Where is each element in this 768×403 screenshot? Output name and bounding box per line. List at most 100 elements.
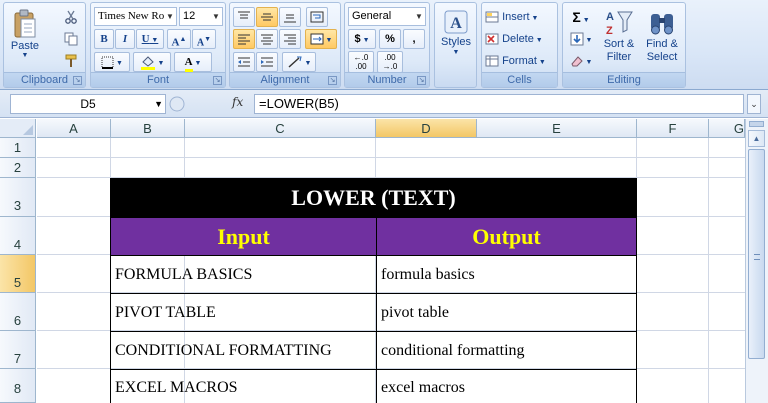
font-color-dropdown-icon[interactable]: ▼	[193, 60, 201, 67]
shrink-font-button[interactable]: A▼	[192, 29, 216, 49]
styles-dropdown-icon[interactable]: ▼	[438, 49, 474, 57]
find-select-label: Find & Select	[646, 38, 678, 63]
font-size-dropdown-icon[interactable]: ▼	[210, 8, 222, 25]
formula-input[interactable]: =LOWER(B5)	[254, 94, 744, 114]
row-header-5[interactable]: 5	[0, 255, 36, 293]
fill-color-dropdown-icon[interactable]: ▼	[156, 60, 165, 67]
decrease-indent-button[interactable]	[233, 52, 255, 72]
clear-button[interactable]: ▼	[566, 51, 596, 71]
delete-dropdown-icon[interactable]: ▼	[534, 37, 543, 44]
format-button[interactable]: Format ▼	[484, 51, 556, 71]
wrap-text-button[interactable]	[306, 7, 328, 27]
align-center-button[interactable]	[256, 29, 278, 49]
row-header-7[interactable]: 7	[0, 331, 36, 369]
copy-button[interactable]	[60, 29, 82, 49]
align-left-button[interactable]	[233, 29, 255, 49]
fill-dropdown-icon[interactable]: ▼	[584, 37, 593, 44]
increase-decimal-button[interactable]: ←.0 .00	[348, 51, 374, 73]
row-header-2[interactable]: 2	[0, 158, 36, 178]
increase-indent-button[interactable]	[256, 52, 278, 72]
insert-button[interactable]: Insert ▼	[484, 7, 556, 27]
decrease-decimal-button[interactable]: .00 →.0	[377, 51, 403, 73]
merge-dropdown-icon[interactable]: ▼	[324, 37, 333, 44]
expand-formula-bar-icon[interactable]: ⌄	[747, 94, 761, 114]
format-dropdown-icon[interactable]: ▼	[537, 59, 546, 66]
merge-center-button[interactable]: ▼	[305, 29, 337, 49]
font-name-dropdown-icon[interactable]: ▼	[164, 8, 176, 25]
autosum-dropdown-icon[interactable]: ▼	[581, 17, 590, 24]
currency-dropdown-icon[interactable]: ▼	[361, 37, 370, 44]
column-header-c[interactable]: C	[185, 119, 376, 138]
font-name-combo[interactable]: Times New Ro ▼	[94, 7, 177, 26]
format-painter-button[interactable]	[60, 51, 82, 71]
font-size-combo[interactable]: 12 ▼	[179, 7, 223, 26]
input-cell[interactable]: EXCEL MACROS	[110, 369, 377, 403]
sort-filter-button[interactable]: A Z Sort & Filter	[599, 6, 639, 72]
paste-button[interactable]: Paste ▼	[8, 5, 42, 61]
font-launcher-icon[interactable]: ↘	[213, 76, 222, 85]
italic-button[interactable]: I	[115, 29, 135, 49]
font-color-button[interactable]: A ▼	[174, 52, 212, 72]
styles-button[interactable]: A Styles ▼	[437, 6, 475, 70]
alignment-launcher-icon[interactable]: ↘	[328, 76, 337, 85]
clipboard-launcher-icon[interactable]: ↘	[73, 76, 82, 85]
currency-button[interactable]: $ ▼	[348, 29, 376, 49]
column-header-a[interactable]: A	[37, 119, 111, 138]
underline-button[interactable]: U ▼	[136, 29, 164, 49]
input-cell[interactable]: FORMULA BASICS	[110, 255, 377, 294]
output-cell[interactable]: formula basics	[375, 255, 638, 294]
orientation-dropdown-icon[interactable]: ▼	[303, 60, 312, 67]
input-cell[interactable]: PIVOT TABLE	[110, 293, 377, 332]
number-launcher-icon[interactable]: ↘	[417, 76, 426, 85]
insert-function-button[interactable]: fx	[232, 95, 243, 109]
orientation-button[interactable]: ▼	[282, 52, 316, 72]
header-input[interactable]: Input	[110, 217, 377, 256]
delete-button[interactable]: Delete ▼	[484, 29, 556, 49]
paste-dropdown-icon[interactable]: ▼	[9, 52, 41, 60]
table-title[interactable]: LOWER (TEXT)	[109, 178, 638, 218]
insert-dropdown-icon[interactable]: ▼	[530, 15, 539, 22]
borders-dropdown-icon[interactable]: ▼	[114, 60, 123, 67]
underline-dropdown-icon[interactable]: ▼	[150, 36, 158, 44]
row-header-4[interactable]: 4	[0, 217, 36, 255]
column-header-g[interactable]: G	[709, 119, 745, 138]
vertical-scrollbar[interactable]: ▲	[745, 119, 768, 403]
align-top-button[interactable]	[233, 7, 255, 27]
scroll-up-icon[interactable]: ▲	[748, 130, 765, 147]
grow-font-button[interactable]: A▲	[167, 29, 191, 49]
align-bottom-button[interactable]	[279, 7, 301, 27]
find-select-button[interactable]: Find & Select	[641, 6, 683, 72]
name-box[interactable]: D5 ▼	[10, 94, 166, 114]
column-header-b[interactable]: B	[111, 119, 185, 138]
percent-button[interactable]: %	[379, 29, 401, 49]
select-all-button[interactable]	[0, 119, 36, 138]
name-box-dropdown-icon[interactable]: ▼	[154, 95, 163, 113]
cut-button[interactable]	[60, 7, 82, 27]
table-row: EXCEL MACROS excel macros	[110, 369, 638, 403]
align-right-button[interactable]	[279, 29, 301, 49]
row-header-8[interactable]: 8	[0, 369, 36, 403]
column-header-d[interactable]: D	[376, 119, 477, 138]
output-cell[interactable]: pivot table	[375, 293, 638, 332]
autosum-button[interactable]: Σ ▼	[566, 7, 596, 27]
number-format-combo[interactable]: General ▼	[348, 7, 426, 26]
clear-dropdown-icon[interactable]: ▼	[584, 59, 593, 66]
fill-color-button[interactable]: ▼	[133, 52, 171, 72]
row-header-1[interactable]: 1	[0, 138, 36, 158]
comma-button[interactable]: ,	[403, 29, 425, 49]
row-header-3[interactable]: 3	[0, 178, 36, 217]
input-cell[interactable]: CONDITIONAL FORMATTING	[110, 331, 377, 370]
number-format-dropdown-icon[interactable]: ▼	[413, 8, 425, 25]
bold-button[interactable]: B	[94, 29, 114, 49]
split-box[interactable]	[749, 121, 764, 127]
header-output[interactable]: Output	[375, 217, 638, 256]
scroll-thumb[interactable]	[748, 149, 765, 359]
borders-button[interactable]: ▼	[94, 52, 130, 72]
output-cell[interactable]: conditional formatting	[375, 331, 638, 370]
output-cell[interactable]: excel macros	[375, 369, 638, 403]
row-header-6[interactable]: 6	[0, 293, 36, 331]
column-header-f[interactable]: F	[637, 119, 709, 138]
align-middle-button[interactable]	[256, 7, 278, 27]
fill-button[interactable]: ▼	[566, 29, 596, 49]
column-header-e[interactable]: E	[477, 119, 637, 138]
